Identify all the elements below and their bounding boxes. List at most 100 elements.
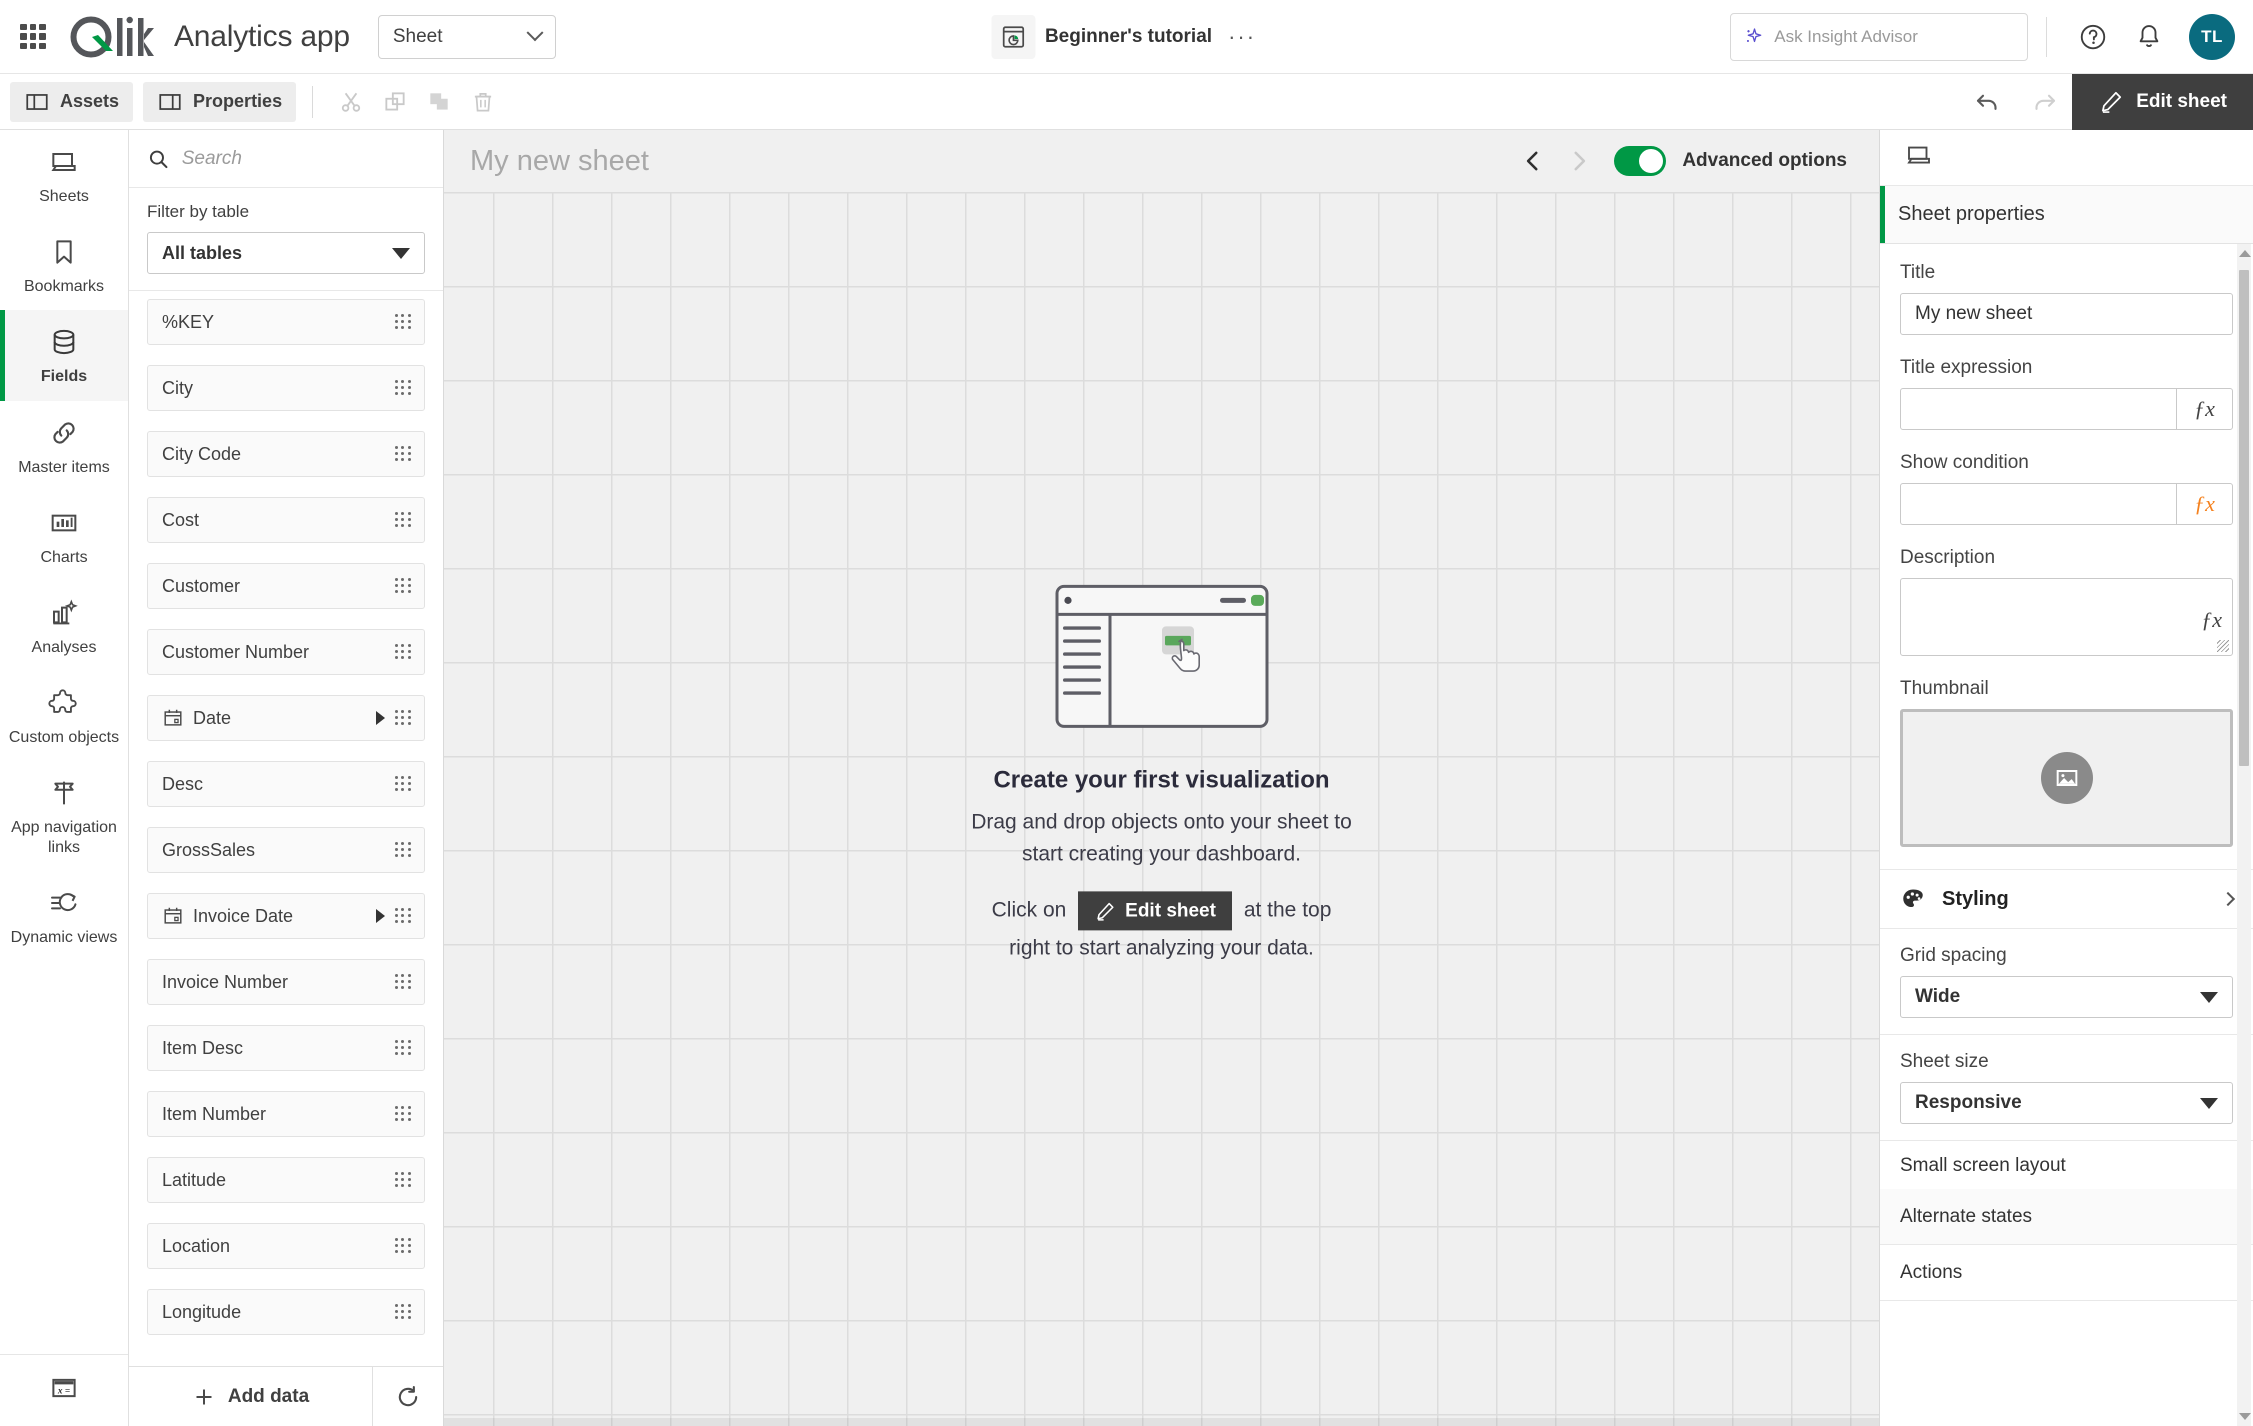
list-item[interactable]: Item Desc xyxy=(147,1025,425,1071)
canvas-horizontal-scrollbar[interactable] xyxy=(444,1418,1879,1426)
drag-handle-icon[interactable] xyxy=(395,577,412,595)
user-avatar[interactable]: TL xyxy=(2189,13,2235,60)
list-item[interactable]: GrossSales xyxy=(147,827,425,873)
delete-button xyxy=(461,82,505,122)
sidebar-item-fields[interactable]: Fields xyxy=(0,310,128,401)
sidebar-item-analyses[interactable]: Analyses xyxy=(0,581,128,671)
drag-handle-icon[interactable] xyxy=(395,1105,412,1123)
sidebar-label-custom-objects: Custom objects xyxy=(8,729,120,747)
expression-editor-button[interactable]: ƒx xyxy=(2176,484,2232,524)
styling-section-button[interactable]: Styling xyxy=(1880,869,2253,929)
list-item[interactable]: City xyxy=(147,365,425,411)
description-textarea[interactable]: ƒx xyxy=(1900,578,2233,656)
drag-handle-icon[interactable] xyxy=(395,511,412,529)
sheet-size-select[interactable]: Responsive xyxy=(1900,1082,2233,1124)
top-header-bar: Analytics app Sheet Beginner's tutorial … xyxy=(0,0,2253,74)
drag-handle-icon[interactable] xyxy=(395,973,412,991)
list-item[interactable]: Date xyxy=(147,695,425,741)
inline-edit-sheet-button[interactable]: Edit sheet xyxy=(1078,891,1232,931)
reload-data-button[interactable] xyxy=(373,1367,443,1426)
drag-handle-icon[interactable] xyxy=(395,643,412,661)
resize-handle[interactable] xyxy=(2217,640,2229,652)
thumbnail-picker[interactable] xyxy=(1900,709,2233,847)
expand-arrow-icon[interactable] xyxy=(376,909,385,923)
help-icon[interactable] xyxy=(2073,17,2113,57)
toggle-properties-panel-button[interactable]: Properties xyxy=(143,81,297,122)
app-overflow-menu-icon[interactable]: ··· xyxy=(1222,25,1262,48)
list-item[interactable]: Cost xyxy=(147,497,425,543)
description-group: Description ƒx xyxy=(1880,529,2253,660)
scroll-up-arrow-icon[interactable] xyxy=(2239,250,2251,257)
sidebar-item-charts[interactable]: Charts xyxy=(0,491,128,581)
undo-button[interactable] xyxy=(1960,74,2016,130)
alternate-states-section[interactable]: Alternate states xyxy=(1880,1189,2253,1245)
scroll-down-arrow-icon[interactable] xyxy=(2239,1413,2251,1420)
expression-icon[interactable]: x = xyxy=(49,1373,79,1408)
drag-handle-icon[interactable] xyxy=(395,313,412,331)
list-item[interactable]: Invoice Number xyxy=(147,959,425,1005)
list-item[interactable]: Longitude xyxy=(147,1289,425,1335)
sidebar-item-sheets[interactable]: Sheets xyxy=(0,130,128,220)
advanced-options-toggle[interactable] xyxy=(1614,146,1667,176)
previous-sheet-button[interactable] xyxy=(1510,138,1556,184)
notifications-bell-icon[interactable] xyxy=(2129,17,2169,57)
field-name: Invoice Number xyxy=(162,971,289,992)
toggle-assets-panel-button[interactable]: Assets xyxy=(10,81,134,122)
sidebar-item-master-items[interactable]: Master items xyxy=(0,401,128,491)
list-item[interactable]: %KEY xyxy=(147,299,425,345)
properties-scroll-container[interactable]: Title My new sheet Title expression ƒx S… xyxy=(1880,244,2253,1426)
list-item[interactable]: Invoice Date xyxy=(147,893,425,939)
title-input[interactable]: My new sheet xyxy=(1900,293,2233,335)
sidebar-item-dynamic-views[interactable]: Dynamic views xyxy=(0,871,128,961)
scrollbar-thumb[interactable] xyxy=(2239,270,2249,766)
filter-by-table-select[interactable]: All tables xyxy=(147,232,425,274)
sheet-properties-section-header[interactable]: Sheet properties xyxy=(1880,186,2253,244)
list-item[interactable]: Item Number xyxy=(147,1091,425,1137)
properties-scrollbar[interactable] xyxy=(2237,244,2251,1426)
show-condition-input[interactable] xyxy=(1901,484,2176,524)
list-item[interactable]: Desc xyxy=(147,761,425,807)
edit-sheet-label: Edit sheet xyxy=(2136,90,2227,112)
drag-handle-icon[interactable] xyxy=(395,1237,412,1255)
field-name: %KEY xyxy=(162,311,215,332)
insight-advisor-search[interactable] xyxy=(1730,12,2028,61)
sidebar-item-bookmarks[interactable]: Bookmarks xyxy=(0,220,128,310)
list-item[interactable]: Customer Number xyxy=(147,629,425,675)
sidebar-item-custom-objects[interactable]: Custom objects xyxy=(0,671,128,761)
app-name-label: Beginner's tutorial xyxy=(1044,25,1213,47)
insight-advisor-input[interactable] xyxy=(1774,26,2015,47)
sheet-properties-tab[interactable] xyxy=(1904,140,1934,175)
search-input[interactable] xyxy=(181,147,425,170)
chevron-right-icon xyxy=(1574,151,1586,171)
reload-icon xyxy=(398,1385,418,1406)
drag-handle-icon[interactable] xyxy=(395,841,412,859)
drag-handle-icon[interactable] xyxy=(395,907,412,925)
actions-section[interactable]: Actions xyxy=(1880,1245,2253,1301)
qlik-logo[interactable] xyxy=(68,14,156,60)
expand-arrow-icon[interactable] xyxy=(376,711,385,725)
drag-handle-icon[interactable] xyxy=(395,445,412,463)
grid-spacing-select[interactable]: Wide xyxy=(1900,976,2233,1018)
title-expression-label: Title expression xyxy=(1900,357,2033,378)
drag-handle-icon[interactable] xyxy=(395,1171,412,1189)
list-item[interactable]: Latitude xyxy=(147,1157,425,1203)
sheet-mode-dropdown[interactable]: Sheet xyxy=(377,14,556,59)
drag-handle-icon[interactable] xyxy=(395,1039,412,1057)
list-item[interactable]: Customer xyxy=(147,563,425,609)
drag-handle-icon[interactable] xyxy=(395,1303,412,1321)
expression-editor-button[interactable]: ƒx xyxy=(2201,607,2222,633)
title-expression-input[interactable] xyxy=(1901,389,2176,429)
list-item[interactable]: City Code xyxy=(147,431,425,477)
field-name: City xyxy=(162,377,193,398)
expression-editor-button[interactable]: ƒx xyxy=(2176,389,2232,429)
app-launcher-icon[interactable] xyxy=(16,20,50,54)
add-data-button[interactable]: Add data xyxy=(129,1367,373,1426)
edit-sheet-button[interactable]: Edit sheet xyxy=(2072,73,2253,130)
list-item[interactable]: Location xyxy=(147,1223,425,1269)
sheet-grid[interactable]: Create your first visualization Drag and… xyxy=(444,192,1879,1426)
drag-handle-icon[interactable] xyxy=(395,709,412,727)
drag-handle-icon[interactable] xyxy=(395,775,412,793)
sidebar-item-app-navigation-links[interactable]: App navigation links xyxy=(0,761,128,870)
field-list[interactable]: %KEY City City Code Cost Customer Custom… xyxy=(129,291,443,1366)
drag-handle-icon[interactable] xyxy=(395,379,412,397)
